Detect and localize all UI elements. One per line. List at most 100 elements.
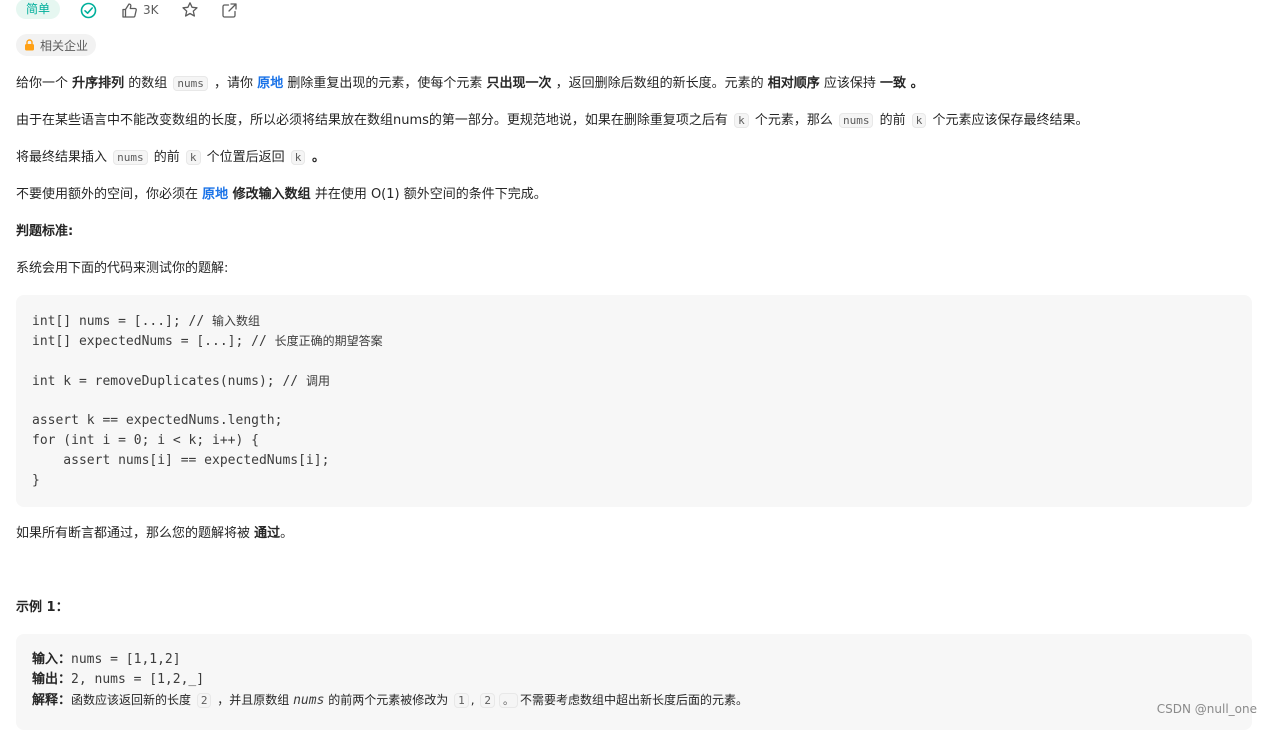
bold-text: 修改输入数组 bbox=[228, 187, 311, 202]
explanation-label: 解释： bbox=[32, 693, 71, 708]
like-button[interactable]: 3K bbox=[121, 2, 159, 19]
text: 。 bbox=[906, 76, 924, 91]
pass-statement: 如果所有断言都通过，那么您的题解将被 通过。 bbox=[16, 524, 293, 544]
bold-text: 通过 bbox=[254, 526, 280, 541]
description-paragraph-3: 将最终结果插入 nums 的前 k 个位置后返回 k 。 bbox=[16, 148, 325, 168]
example-content: 输入：nums = [1,1,2] 输出：2, nums = [1,2,_] 解… bbox=[16, 634, 1252, 710]
heading-text: 示例 1： bbox=[16, 600, 69, 615]
text: 的前 bbox=[150, 150, 184, 165]
example-explanation-line: 解释：函数应该返回新的长度 2 ，并且原数组 nums 的前两个元素被修改为 1… bbox=[32, 690, 1252, 710]
inline-code: k bbox=[734, 113, 749, 128]
code-comment: 输入数组 bbox=[212, 314, 260, 328]
bold-text: 一致 bbox=[880, 76, 906, 91]
text: 不要使用额外的空间，你必须在 bbox=[16, 187, 202, 202]
solved-status-button[interactable] bbox=[80, 2, 97, 19]
output-label: 输出： bbox=[32, 672, 71, 687]
lock-icon bbox=[24, 39, 35, 51]
favorite-button[interactable] bbox=[181, 1, 199, 19]
text: 函数应该返回新的长度 bbox=[71, 693, 195, 707]
text: 如果所有断言都通过，那么您的题解将被 bbox=[16, 526, 254, 541]
star-icon bbox=[181, 1, 199, 19]
inline-code: nums bbox=[113, 150, 148, 165]
text: 个元素，那么 bbox=[751, 113, 837, 128]
code-line bbox=[32, 391, 1252, 411]
example-input-line: 输入：nums = [1,1,2] bbox=[32, 650, 1252, 670]
inline-code: 2 bbox=[480, 693, 495, 708]
inline-code: nums bbox=[173, 76, 208, 91]
judge-title: 判题标准: bbox=[16, 222, 73, 242]
description-paragraph-4: 不要使用额外的空间，你必须在 原地 修改输入数组 并在使用 O(1) 额外空间的… bbox=[16, 185, 547, 205]
inline-code: nums bbox=[839, 113, 874, 128]
text: 的前两个元素被修改为 bbox=[324, 693, 452, 707]
code-line: } bbox=[32, 471, 1252, 491]
bold-text: 相对顺序 bbox=[768, 76, 820, 91]
code-text: } bbox=[32, 473, 40, 488]
example-output-line: 输出：2, nums = [1,2,_] bbox=[32, 670, 1252, 690]
difficulty-tag: 简单 bbox=[16, 0, 60, 19]
code-line: int k = removeDuplicates(nums); // 调用 bbox=[32, 371, 1252, 391]
share-button[interactable] bbox=[221, 2, 238, 19]
inline-code: 。 bbox=[499, 693, 518, 708]
text: 。 bbox=[307, 150, 325, 165]
text: 个元素应该保存最终结果。 bbox=[928, 113, 1088, 128]
judge-description: 系统会用下面的代码来测试你的题解: bbox=[16, 259, 228, 279]
example-block: 输入：nums = [1,1,2] 输出：2, nums = [1,2,_] 解… bbox=[16, 634, 1252, 730]
code-line: int[] expectedNums = [...]; // 长度正确的期望答案 bbox=[32, 331, 1252, 351]
text: ，返回删除后数组的新长度。元素的 bbox=[551, 76, 767, 91]
code-line: assert nums[i] == expectedNums[i]; bbox=[32, 451, 1252, 471]
inline-code: k bbox=[912, 113, 927, 128]
text: 的前 bbox=[875, 113, 909, 128]
inline-code: 2 bbox=[197, 693, 212, 708]
code-line: int[] nums = [...]; // 输入数组 bbox=[32, 311, 1252, 331]
code-text: assert nums[i] == expectedNums[i]; bbox=[32, 453, 329, 468]
text: ，并且原数组 bbox=[213, 693, 293, 707]
code-text: int k = removeDuplicates(nums); // bbox=[32, 374, 306, 389]
text: ，请你 bbox=[210, 76, 257, 91]
text: 将最终结果插入 bbox=[16, 150, 111, 165]
text: 不需要考虑数组中超出新长度后面的元素。 bbox=[520, 693, 748, 707]
code-content: int[] nums = [...]; // 输入数组int[] expecte… bbox=[16, 295, 1252, 491]
code-line bbox=[32, 351, 1252, 371]
description-paragraph-2: 由于在某些语言中不能改变数组的长度，所以必须将结果放在数组nums的第一部分。更… bbox=[16, 111, 1088, 131]
code-text: assert k == expectedNums.length; bbox=[32, 413, 282, 428]
in-place-link[interactable]: 原地 bbox=[202, 187, 228, 202]
text: 个位置后返回 bbox=[203, 150, 289, 165]
input-label: 输入： bbox=[32, 652, 71, 667]
text: 删除重复出现的元素，使每个元素 bbox=[283, 76, 486, 91]
italic-variable: nums bbox=[293, 693, 324, 708]
bold-text: 升序排列 bbox=[72, 76, 124, 91]
output-value: 2, nums = [1,2,_] bbox=[71, 672, 204, 687]
code-text: for (int i = 0; i < k; i++) { bbox=[32, 433, 259, 448]
inline-code: k bbox=[186, 150, 201, 165]
text: 给你一个 bbox=[16, 76, 72, 91]
inline-code: 1 bbox=[454, 693, 469, 708]
description-paragraph-1: 给你一个 升序排列 的数组 nums ，请你 原地 删除重复出现的元素，使每个元… bbox=[16, 74, 924, 94]
text: 的数组 bbox=[124, 76, 171, 91]
code-comment: 调用 bbox=[306, 374, 330, 388]
text: 系统会用下面的代码来测试你的题解: bbox=[16, 261, 228, 276]
example-title: 示例 1： bbox=[16, 598, 69, 618]
problem-header-bar: 简单 3K bbox=[16, 0, 238, 20]
code-text: int[] expectedNums = [...]; // bbox=[32, 334, 275, 349]
related-companies-label: 相关企业 bbox=[40, 37, 88, 54]
code-comment: 长度正确的期望答案 bbox=[275, 334, 383, 348]
bold-text: 只出现一次 bbox=[486, 76, 551, 91]
text: 由于在某些语言中不能改变数组的长度，所以必须将结果放在数组nums的第一部分。更… bbox=[16, 113, 732, 128]
text: 。 bbox=[280, 526, 293, 541]
related-companies-button[interactable]: 相关企业 bbox=[16, 34, 96, 56]
in-place-link[interactable]: 原地 bbox=[257, 76, 283, 91]
share-icon bbox=[221, 2, 238, 19]
watermark: CSDN @null_one bbox=[1157, 702, 1257, 716]
code-text: int[] nums = [...]; // bbox=[32, 314, 212, 329]
heading-text: 判题标准: bbox=[16, 224, 73, 239]
code-line: for (int i = 0; i < k; i++) { bbox=[32, 431, 1252, 451]
input-value: nums = [1,1,2] bbox=[71, 652, 181, 667]
code-block: int[] nums = [...]; // 输入数组int[] expecte… bbox=[16, 295, 1252, 507]
check-circle-icon bbox=[80, 2, 97, 19]
like-count: 3K bbox=[143, 3, 159, 17]
text: 应该保持 bbox=[820, 76, 880, 91]
inline-code: k bbox=[291, 150, 306, 165]
text: , bbox=[471, 693, 479, 707]
thumb-up-icon bbox=[121, 2, 138, 19]
code-line: assert k == expectedNums.length; bbox=[32, 411, 1252, 431]
